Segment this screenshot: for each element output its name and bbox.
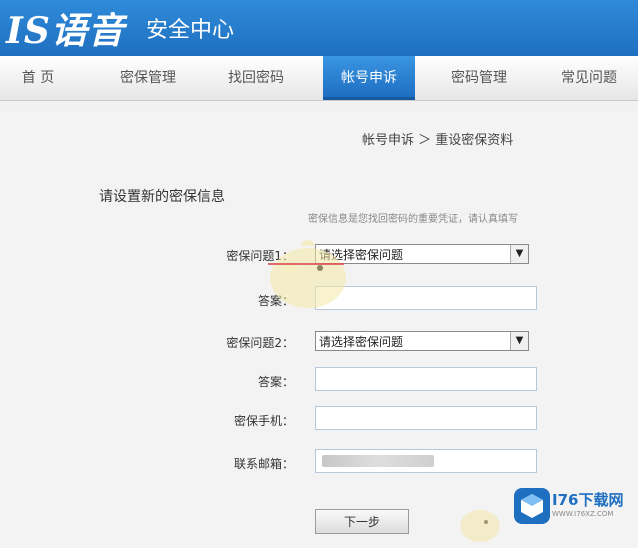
email-input[interactable] xyxy=(315,449,537,473)
watermark-text: I76下载网 xyxy=(552,491,624,509)
chevron-down-icon[interactable]: ▼ xyxy=(510,245,528,263)
nav-home[interactable]: 首 页 xyxy=(0,56,76,100)
email-label: 联系邮箱： xyxy=(233,457,294,471)
nav-password-management[interactable]: 密码管理 xyxy=(429,56,529,100)
chevron-down-icon[interactable]: ▼ xyxy=(510,332,528,350)
logo: IS语音 xyxy=(6,10,125,52)
question2-label: 密保问题2： xyxy=(226,336,294,350)
question2-value: 请选择密保问题 xyxy=(319,335,404,349)
nav-bar: 首 页 密保管理 找回密码 帐号申诉 密码管理 常见问题 xyxy=(0,56,638,101)
blurred-email-value xyxy=(322,455,434,467)
nav-security-management[interactable]: 密保管理 xyxy=(98,56,198,100)
header: IS语音 安全中心 xyxy=(0,0,638,56)
corner-mascot-icon xyxy=(460,510,500,542)
phone-input[interactable] xyxy=(315,406,537,430)
watermark-url: WWW.I76XZ.COM xyxy=(552,510,614,518)
nav-faq[interactable]: 常见问题 xyxy=(540,56,638,100)
answer2-input[interactable] xyxy=(315,367,537,391)
nav-recover-password[interactable]: 找回密码 xyxy=(206,56,306,100)
watermark-logo-icon xyxy=(514,488,550,524)
next-button[interactable]: 下一步 xyxy=(315,509,409,534)
site-title: 安全中心 xyxy=(146,18,235,43)
mascot-overlay-icon xyxy=(268,240,346,308)
breadcrumb: 帐号申诉 ＞ 重设密保资料 xyxy=(362,133,514,148)
form-title: 请设置新的密保信息 xyxy=(99,189,225,205)
nav-account-appeal[interactable]: 帐号申诉 xyxy=(323,56,415,100)
answer2-label: 答案： xyxy=(257,375,294,389)
question2-select[interactable]: 请选择密保问题 ▼ xyxy=(315,331,529,351)
content-area xyxy=(0,112,638,548)
phone-label: 密保手机： xyxy=(233,414,294,428)
form-hint: 密保信息是您找回密码的重要凭证，请认真填写 xyxy=(308,214,518,225)
